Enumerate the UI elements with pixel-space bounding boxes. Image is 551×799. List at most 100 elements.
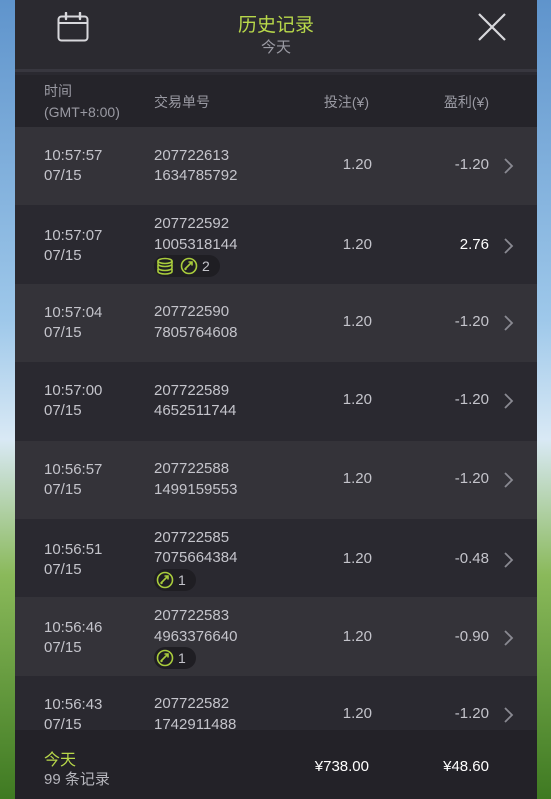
row-bet: 1.20 — [342, 236, 372, 254]
row-time: 10:57:57 07/15 — [44, 146, 102, 186]
badge-count: 2 — [202, 258, 210, 275]
chevron-right-icon[interactable] — [503, 629, 515, 647]
row-feature-badge: 1 — [154, 568, 196, 591]
row-profit: -0.48 — [454, 549, 489, 567]
row-feature-badge: 1 — [154, 647, 196, 670]
coins-icon — [157, 258, 173, 276]
row-time-clock: 10:56:46 — [44, 619, 103, 637]
badge-count: 1 — [178, 650, 186, 667]
header: 历史记录 今天 — [15, 0, 537, 72]
chevron-right-icon[interactable] — [503, 157, 515, 175]
row-bet: 1.20 — [342, 549, 372, 567]
row-date: 07/15 — [44, 323, 82, 341]
row-order-ref: 4963376640 — [154, 627, 238, 645]
row-order-id: 207722590 — [154, 303, 230, 321]
badge-count: 1 — [178, 571, 186, 588]
row-profit: -1.20 — [454, 704, 489, 722]
row-order-ref: 7075664384 — [154, 549, 238, 567]
row-order-id: 207722583 — [154, 607, 230, 625]
chevron-right-icon[interactable] — [503, 392, 515, 410]
close-icon[interactable] — [477, 12, 507, 42]
row-profit: -1.20 — [454, 469, 489, 487]
row-date: 07/15 — [44, 560, 82, 578]
history-row[interactable]: 10:56:46 07/15 207722583 4963376640 1 1.20 -0.… — [15, 597, 537, 676]
history-row[interactable]: 10:57:04 07/15 207722590 7805764608 1.20 -1.2… — [15, 283, 537, 363]
row-bet: 1.20 — [342, 156, 372, 174]
row-bet: 1.20 — [342, 312, 372, 330]
column-time: 时间 (GMT+8:00) — [44, 81, 120, 123]
history-row[interactable]: 10:56:51 07/15 207722585 7075664384 1 1.20 -0.… — [15, 518, 537, 598]
row-date: 07/15 — [44, 402, 82, 420]
row-order-number: 207722592 1005318144 — [154, 214, 237, 255]
summary-record-count: 99 条记录 — [44, 771, 110, 788]
free-spin-icon — [180, 258, 198, 275]
row-order-id: 207722613 — [154, 146, 230, 164]
summary-profit-total: ¥48.60 — [443, 758, 489, 775]
row-time: 10:56:46 07/15 — [44, 618, 102, 658]
row-time-clock: 10:56:43 — [44, 695, 103, 713]
row-order-number: 207722588 1499159553 — [154, 459, 237, 500]
row-order-ref: 1742911488 — [154, 715, 237, 730]
row-date: 07/15 — [44, 639, 82, 657]
row-profit: -1.20 — [454, 391, 489, 409]
row-time-clock: 10:57:07 — [44, 227, 103, 245]
row-profit: -1.20 — [454, 312, 489, 330]
row-bet: 1.20 — [342, 704, 372, 722]
chevron-right-icon[interactable] — [503, 551, 515, 569]
background-right — [536, 0, 551, 799]
row-order-ref: 4652511744 — [154, 402, 237, 420]
row-order-id: 207722582 — [154, 695, 230, 713]
row-bet: 1.20 — [342, 391, 372, 409]
column-header: 时间 (GMT+8:00) 交易单号 投注(¥) 盈利(¥) — [15, 75, 537, 127]
row-order-number: 207722582 1742911488 — [154, 694, 236, 730]
row-time-clock: 10:57:04 — [44, 303, 103, 321]
row-date: 07/15 — [44, 247, 82, 265]
row-time: 10:57:00 07/15 — [44, 381, 102, 421]
free-spin-icon — [156, 650, 174, 667]
row-order-number: 207722583 4963376640 — [154, 606, 237, 647]
page-title: 历史记录 — [237, 15, 314, 36]
chevron-right-icon[interactable] — [503, 237, 515, 255]
chevron-right-icon[interactable] — [503, 706, 515, 724]
row-time-clock: 10:57:00 — [44, 382, 103, 400]
row-time-clock: 10:56:51 — [44, 540, 103, 558]
history-row[interactable]: 10:56:43 07/15 207722582 1742911488 1.20 -1.2… — [15, 675, 537, 730]
history-row[interactable]: 10:56:57 07/15 207722588 1499159553 1.20 -1.2… — [15, 440, 537, 519]
row-time: 10:56:51 07/15 — [44, 540, 102, 580]
column-time-label: 时间 — [44, 83, 72, 99]
row-date: 07/15 — [44, 715, 82, 730]
free-spin-icon — [156, 571, 174, 589]
history-row[interactable]: 10:57:07 07/15 207722592 1005318144 2 1.20 2.7… — [15, 205, 537, 284]
column-time-zone: (GMT+8:00) — [44, 104, 120, 120]
row-order-ref: 1005318144 — [154, 235, 238, 253]
row-order-number: 207722585 7075664384 — [154, 528, 237, 569]
row-profit: -0.90 — [454, 628, 489, 646]
row-time: 10:57:07 07/15 — [44, 226, 102, 266]
summary-footer: 今天 99 条记录 ¥738.00 ¥48.60 — [15, 730, 537, 799]
chevron-right-icon[interactable] — [503, 471, 515, 489]
row-order-id: 207722588 — [154, 460, 230, 478]
row-order-number: 207722590 7805764608 — [154, 302, 237, 343]
history-row[interactable]: 10:57:57 07/15 207722613 1634785792 1.20 -1.2… — [15, 127, 537, 206]
row-date: 07/15 — [44, 167, 82, 185]
column-bet: 投注(¥) — [323, 94, 369, 110]
row-time-clock: 10:57:57 — [44, 147, 103, 165]
summary-period: 今天 — [44, 752, 77, 769]
row-profit: -1.20 — [454, 156, 489, 174]
history-panel: 历史记录 今天 时间 (GMT+8:00) 交易单号 投注(¥) 盈利(¥) 1… — [15, 0, 537, 799]
row-order-id: 207722585 — [154, 528, 230, 546]
row-order-id: 207722589 — [154, 381, 230, 399]
chevron-right-icon[interactable] — [503, 314, 515, 332]
column-profit: 盈利(¥) — [443, 94, 489, 110]
row-date: 07/15 — [44, 480, 82, 498]
history-list: 10:57:57 07/15 207722613 1634785792 1.20 -1.2… — [15, 127, 537, 730]
history-row[interactable]: 10:57:00 07/15 207722589 4652511744 1.20 -1.2… — [15, 362, 537, 441]
row-order-ref: 1634785792 — [154, 167, 238, 185]
row-bet: 1.20 — [342, 469, 372, 487]
row-order-number: 207722589 4652511744 — [154, 381, 236, 422]
row-bet: 1.20 — [342, 628, 372, 646]
row-time: 10:57:04 07/15 — [44, 303, 102, 343]
row-feature-badge: 2 — [154, 255, 220, 278]
summary-bet-total: ¥738.00 — [314, 758, 369, 775]
background-left — [0, 0, 16, 799]
